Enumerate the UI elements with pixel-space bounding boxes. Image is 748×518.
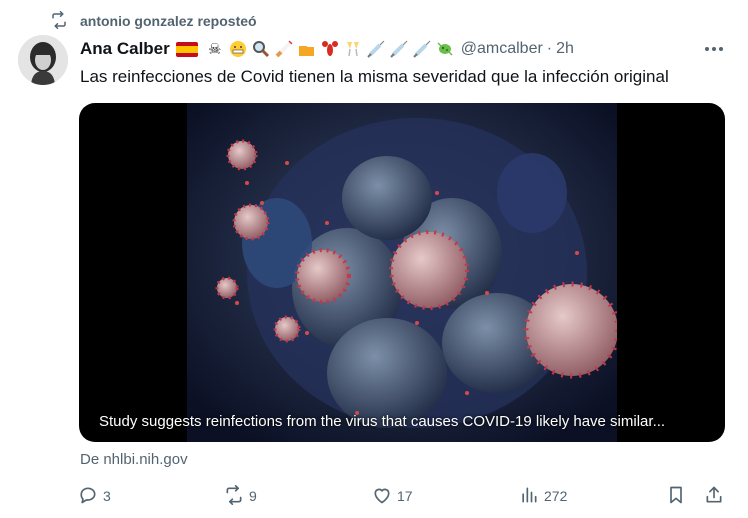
- virus-particle: [295, 248, 351, 304]
- magnifying-glass-icon: [251, 39, 271, 59]
- syringe-icon: [366, 39, 386, 59]
- virus-particle: [226, 139, 258, 171]
- grimacing-face-icon: [228, 39, 248, 59]
- post-header: Ana Calber ☠ @amcalber · 2h: [80, 38, 728, 60]
- skull-crossbones-icon: ☠: [208, 40, 222, 58]
- flag-spain-icon: [175, 41, 198, 57]
- virus-particle: [273, 315, 301, 343]
- author-handle[interactable]: @amcalber: [461, 40, 543, 58]
- virus-particle: [232, 203, 270, 241]
- link-card[interactable]: Study suggests reinfections from the vir…: [79, 103, 725, 442]
- lobster-icon: [320, 39, 340, 59]
- views-chart-icon: [519, 485, 539, 508]
- repost-button[interactable]: 9: [224, 484, 257, 508]
- beer-mugs-icon: [297, 39, 317, 59]
- repost-label: antonio gonzalez reposteó: [80, 13, 257, 29]
- like-button[interactable]: 17: [372, 484, 413, 508]
- share-icon: [704, 485, 724, 508]
- syringe-icon: [389, 39, 409, 59]
- views-button[interactable]: 272: [519, 484, 567, 508]
- reply-count: 3: [103, 488, 111, 504]
- author-name[interactable]: Ana Calber: [80, 39, 170, 59]
- post-text: Las reinfecciones de Covid tienen la mis…: [80, 67, 669, 86]
- post-time[interactable]: 2h: [556, 40, 574, 58]
- separator: ·: [546, 40, 553, 57]
- syringe-icon: [412, 39, 432, 59]
- author-emojis: ☠: [175, 39, 455, 59]
- repost-indicator[interactable]: antonio gonzalez reposteó: [50, 10, 257, 32]
- like-count: 17: [397, 488, 413, 504]
- virus-particle: [389, 230, 469, 310]
- bookmark-icon: [666, 485, 686, 508]
- repost-icon: [224, 484, 244, 508]
- more-options-button[interactable]: [700, 38, 728, 60]
- repost-count: 9: [249, 488, 257, 504]
- virus-particle: [215, 276, 239, 300]
- virus-image: [187, 103, 617, 442]
- champagne-toast-icon: [343, 39, 363, 59]
- microbe-icon: [435, 39, 455, 59]
- bookmark-button[interactable]: [666, 484, 686, 508]
- link-card-title: Study suggests reinfections from the vir…: [99, 413, 666, 430]
- link-source[interactable]: De nhlbi.nih.gov: [80, 451, 188, 468]
- cigarette-icon: [274, 39, 294, 59]
- share-button[interactable]: [704, 484, 724, 508]
- more-dots-icon: [705, 47, 709, 51]
- avatar[interactable]: [18, 35, 68, 85]
- repost-icon: [50, 10, 68, 32]
- reply-button[interactable]: 3: [78, 484, 111, 508]
- heart-icon: [372, 485, 392, 508]
- action-bar: 3 9 17 272: [78, 484, 728, 508]
- virus-particle: [523, 281, 617, 379]
- views-count: 272: [544, 488, 568, 504]
- reply-icon: [78, 485, 98, 508]
